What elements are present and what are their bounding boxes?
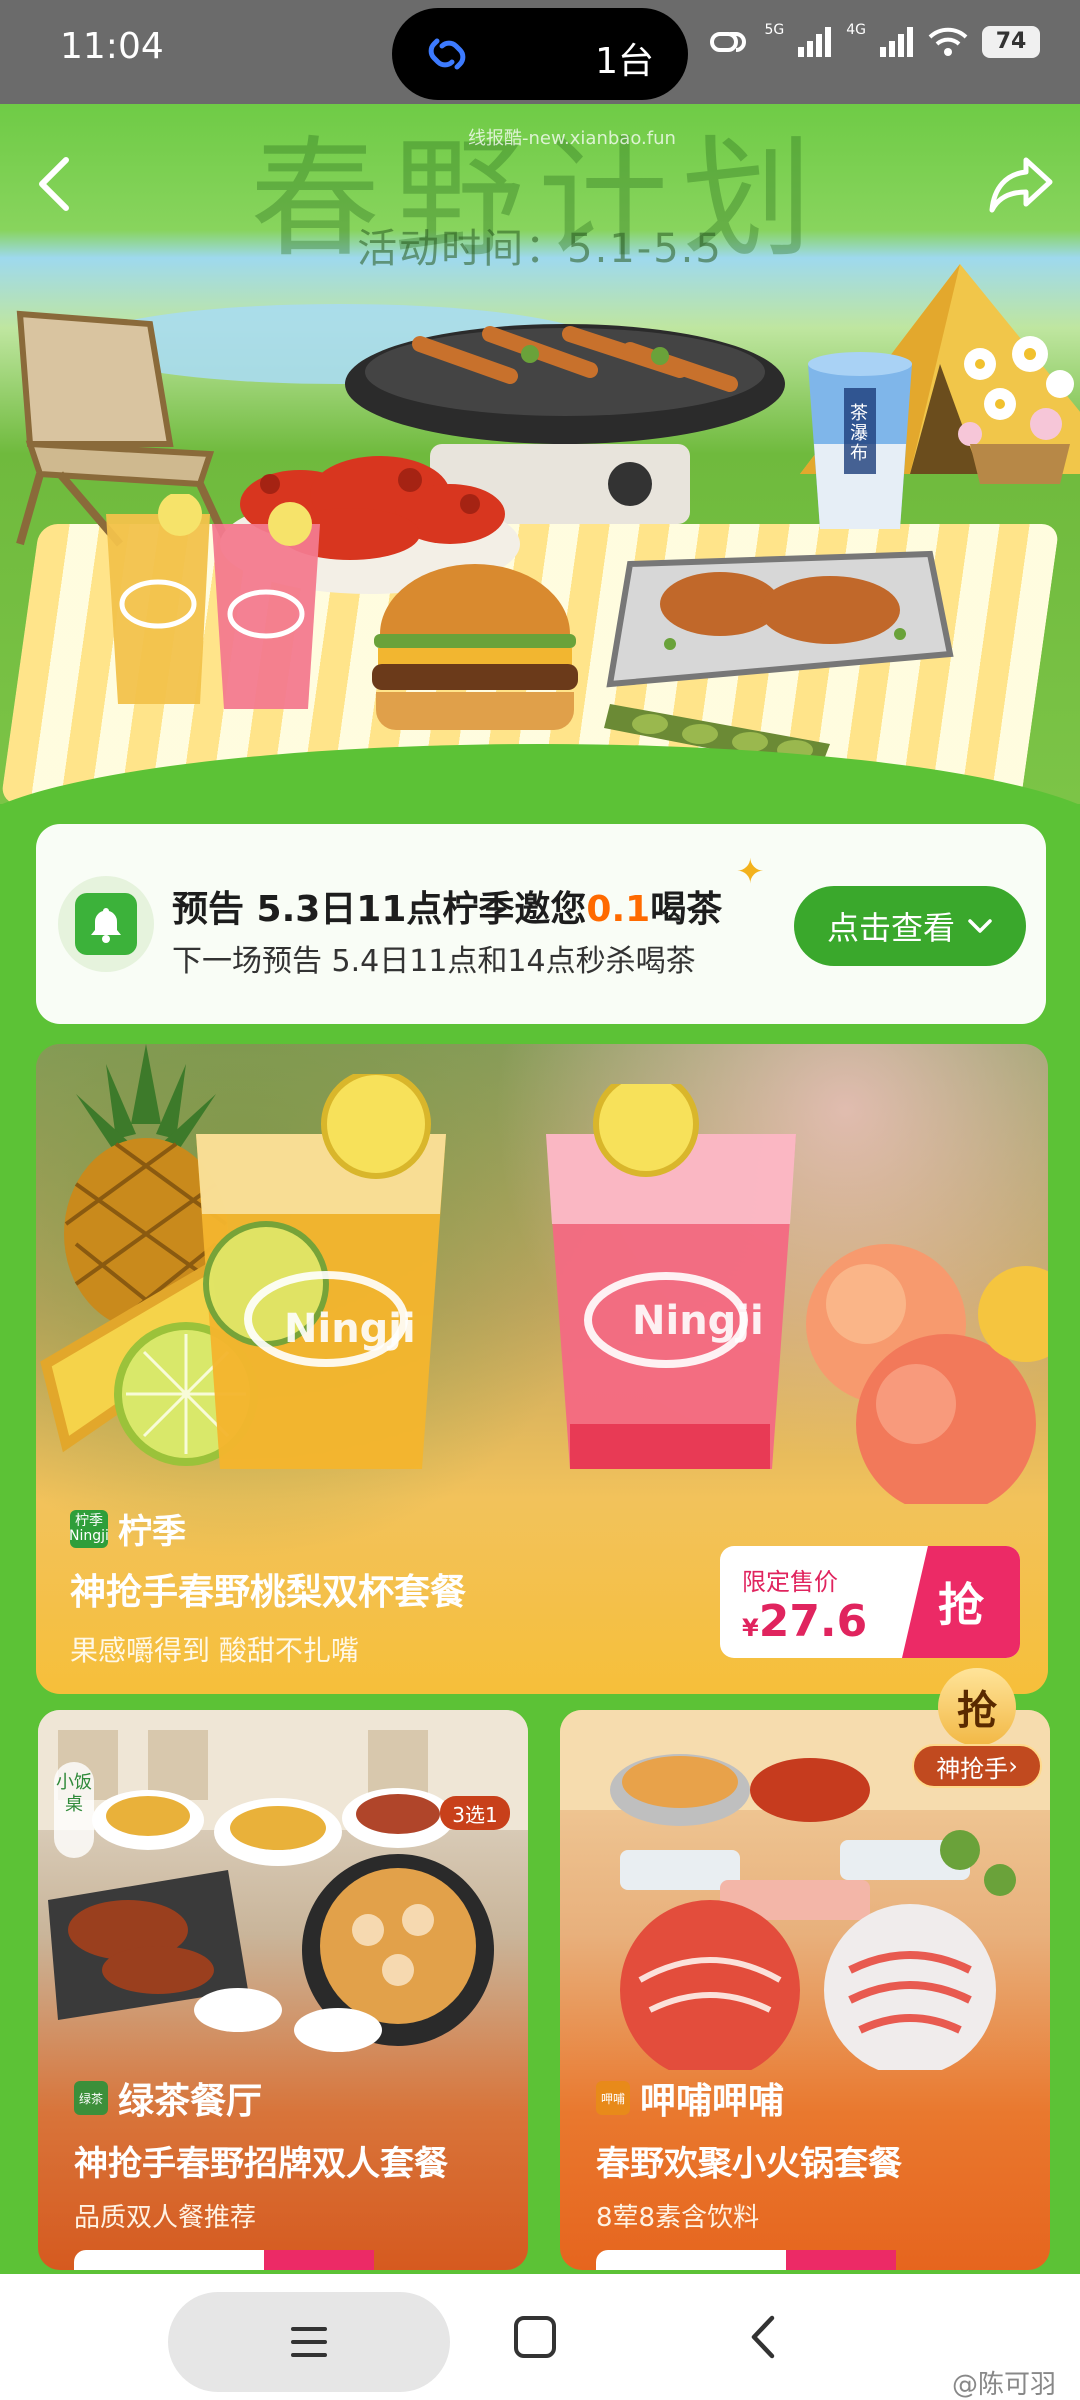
sparkle-icon: ✦ bbox=[736, 852, 765, 892]
ningji-logo: 柠季 Ningji bbox=[69, 1509, 109, 1548]
price-box[interactable]: 限定售价 ¥27.6 抢 bbox=[720, 1546, 1020, 1658]
product-title: 神抢手春野桃梨双杯套餐 bbox=[70, 1572, 467, 1613]
island-text: 1台 bbox=[595, 41, 654, 82]
back-icon[interactable] bbox=[30, 154, 80, 214]
signal-4g-label: 4G bbox=[846, 22, 866, 38]
notice-title: 预告 5.3日11点柠季邀您0.1喝茶 bbox=[172, 880, 722, 932]
cup-brand-label: Ningji bbox=[284, 1306, 416, 1352]
main-card-info: 柠季 Ningji 柠季 神抢手春野桃梨双杯套餐 果感嚼得到 酸甜不扎嘴 bbox=[69, 1504, 467, 1669]
price-currency: ¥ bbox=[742, 1614, 759, 1642]
dynamic-island[interactable]: 1台 bbox=[392, 8, 688, 100]
notice-subtitle: 下一场预告 5.4日11点和14点秒杀喝茶 bbox=[172, 944, 696, 979]
notice-title-suffix: 喝茶 bbox=[650, 889, 723, 930]
product-description: 品质双人餐推荐 bbox=[74, 2203, 257, 2233]
hero-watermark: 线报酷-new.xianbao.fun bbox=[468, 128, 676, 149]
price-label: 限定售价 bbox=[742, 1568, 838, 1596]
notice-title-highlight: 0.1 bbox=[586, 889, 651, 930]
preview-notice-card[interactable]: 预告 5.3日11点柠季邀您0.1喝茶 ✦ 下一场预告 5.4日11点和14点秒… bbox=[36, 824, 1046, 1024]
product-title: 神抢手春野招牌双人套餐 bbox=[74, 2144, 448, 2184]
chevron-right-icon: › bbox=[1008, 1752, 1018, 1780]
back-nav-icon[interactable] bbox=[744, 2312, 784, 2362]
battery-indicator: 74 bbox=[982, 26, 1040, 58]
link-icon bbox=[428, 38, 466, 70]
brand-name: 呷哺呷哺 bbox=[640, 2081, 785, 2122]
chevron-down-icon bbox=[968, 919, 992, 933]
wifi-icon bbox=[928, 27, 968, 56]
restaurant-dishes-image bbox=[38, 1710, 528, 2052]
pink-drink-image bbox=[546, 1084, 796, 1469]
lvcha-logo: 绿茶 bbox=[74, 2081, 108, 2115]
share-icon[interactable] bbox=[988, 154, 1054, 214]
flash-sale-badge[interactable]: 抢 神抢手 › bbox=[912, 1668, 1042, 1808]
price-box[interactable] bbox=[596, 2250, 896, 2270]
system-nav-bar: @陈可羽 bbox=[0, 2274, 1080, 2400]
view-details-button[interactable]: 点击查看 bbox=[794, 886, 1026, 966]
brand-name: 绿茶餐厅 bbox=[118, 2081, 263, 2122]
brand-name: 柠季 bbox=[118, 1512, 186, 1552]
ningji-product-card[interactable]: Ningji Ningji 柠季 Ningji 柠季 神抢手春野桃梨双杯套餐 果… bbox=[36, 1044, 1048, 1694]
notice-title-prefix: 预告 5.3日11点柠季邀您 bbox=[172, 889, 587, 930]
grab-button[interactable]: 抢 bbox=[902, 1546, 1020, 1658]
status-icons: 5G 4G 74 bbox=[706, 22, 1040, 58]
option-badge: 3选1 bbox=[440, 1796, 510, 1830]
side-brand-tag: 小饭桌 bbox=[54, 1762, 94, 1858]
price-number: 27.6 bbox=[758, 1596, 868, 1647]
menu-button[interactable] bbox=[168, 2292, 450, 2392]
flash-sale-tag: 神抢手 › bbox=[912, 1744, 1042, 1788]
status-time: 11:04 bbox=[60, 26, 164, 67]
price-value: ¥27.6 bbox=[742, 1596, 867, 1647]
bell-icon bbox=[91, 908, 121, 943]
xiabu-logo: 呷哺 bbox=[596, 2081, 630, 2115]
bell-icon-wrap bbox=[58, 876, 154, 972]
flowers-image bbox=[958, 336, 1074, 484]
product-description: 果感嚼得到 酸甜不扎嘴 bbox=[70, 1634, 359, 1667]
lvcha-product-card[interactable]: 小饭桌 3选1 绿茶 绿茶餐厅 神抢手春野招牌双人套餐 品质双人餐推荐 bbox=[38, 1710, 528, 2270]
status-bar: 11:04 1台 5G 4G 74 bbox=[0, 0, 1080, 104]
view-details-label: 点击查看 bbox=[826, 909, 955, 947]
signal-icon bbox=[798, 27, 832, 57]
drinks-image bbox=[106, 494, 320, 709]
menu-icon bbox=[291, 2327, 327, 2357]
product-description: 8荤8素含饮料 bbox=[596, 2203, 760, 2233]
grab-bubble: 抢 bbox=[938, 1668, 1016, 1746]
price-box[interactable] bbox=[74, 2250, 374, 2270]
grilled-chicken-image bbox=[606, 550, 954, 688]
yellow-drink-image bbox=[196, 1074, 446, 1469]
weibo-watermark: @陈可羽 bbox=[951, 2370, 1056, 2400]
signal-icon bbox=[880, 27, 913, 57]
signal-5g-label: 5G bbox=[764, 22, 785, 38]
link-icon bbox=[710, 32, 747, 52]
cup-brand-label: Ningji bbox=[632, 1298, 764, 1344]
xiabu-card-info: 呷哺 呷哺呷哺 春野欢聚小火锅套餐 8荤8素含饮料 bbox=[596, 2072, 902, 2234]
lvcha-card-info: 绿茶 绿茶餐厅 神抢手春野招牌双人套餐 品质双人餐推荐 bbox=[74, 2072, 448, 2234]
product-title: 春野欢聚小火锅套餐 bbox=[596, 2144, 902, 2184]
flash-sale-tag-label: 神抢手 bbox=[936, 1754, 1009, 1783]
home-icon[interactable] bbox=[512, 2314, 558, 2360]
burger-image bbox=[372, 564, 578, 730]
peaches-image bbox=[806, 1244, 1048, 1504]
tea-cup-label: 茶瀑布 bbox=[850, 403, 868, 464]
xiabu-product-card[interactable]: 呷哺 呷哺呷哺 春野欢聚小火锅套餐 8荤8素含饮料 抢 神抢手 › bbox=[560, 1668, 1050, 2270]
hero-banner: 春野计划 线报酷-new.xianbao.fun 活动时间：5.1-5.5 茶瀑… bbox=[0, 104, 1080, 804]
